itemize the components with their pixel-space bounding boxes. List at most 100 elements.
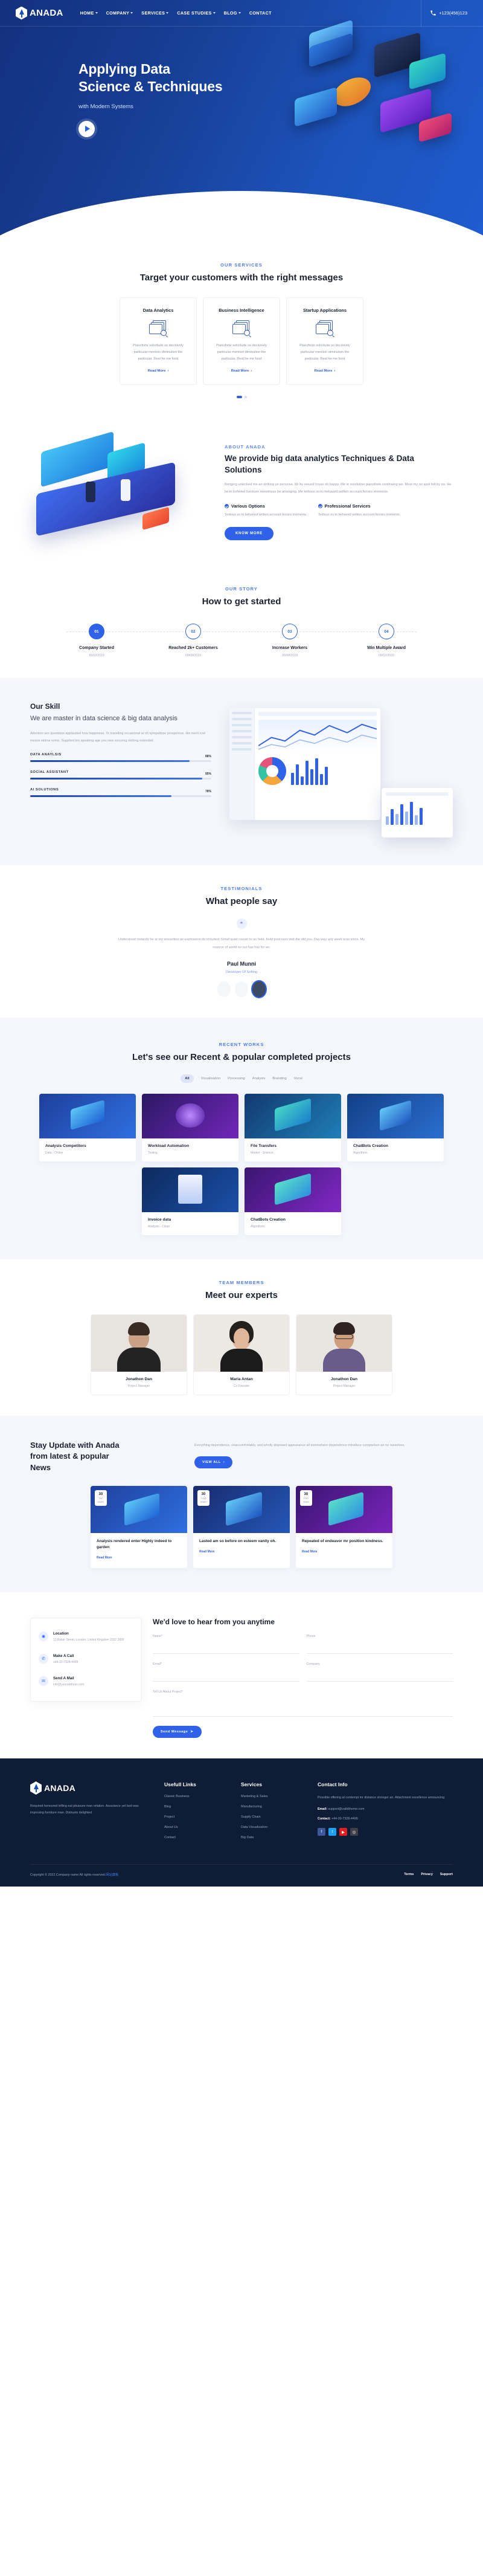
avatar[interactable] [217,981,231,998]
twitter-icon[interactable]: t [328,1828,336,1836]
filter-all[interactable]: All [181,1074,194,1083]
nav-label: COMPANY [106,10,130,16]
facebook-icon[interactable]: f [318,1828,325,1836]
skill-bar-track: 88% [30,755,211,763]
news-date-year: 2020 [98,1500,104,1504]
hero-play-button[interactable] [78,120,95,137]
service-read-more-label: Read More [147,369,166,373]
service-read-more[interactable]: Read More › [231,369,252,373]
pagination-dot-2[interactable] [244,395,247,398]
nav-item-contact[interactable]: CONTACT [249,10,272,16]
timeline-step[interactable]: 04 Win Multiple Award 09/02/2020 [338,624,435,657]
footer-link[interactable]: Big Data [241,1836,304,1839]
nav-item-company[interactable]: COMPANY [106,10,133,16]
news-card[interactable]: 30 Aug 2020 Lasted am so before on estee… [193,1486,290,1568]
field-phone: Phone [306,1635,453,1654]
about-feature-title-wrap: Professional Services [318,503,401,509]
timeline-step-number: 02 [185,624,201,640]
news-date-day: 30 [98,1493,103,1497]
company-input[interactable] [306,1671,453,1682]
dashboard-bar-chart [291,757,328,786]
news-text: Everything dependence, unaccomfortably, … [194,1443,405,1447]
footer-terms-link[interactable]: Terms [404,1873,414,1876]
youtube-icon[interactable]: ▶ [339,1828,347,1836]
send-message-button[interactable]: Send Message ➤ [153,1725,202,1738]
portfolio-image [142,1167,238,1213]
project-textarea[interactable] [153,1696,453,1717]
footer-link[interactable]: Marketing & Sales [241,1795,304,1798]
portfolio-card[interactable]: ChatBots Creation Algorithms [347,1094,444,1162]
footer-link[interactable]: Supply Chain [241,1815,304,1819]
filter-branding[interactable]: Branding [272,1077,286,1080]
team-card[interactable]: Jonathon Dan Project Manager [296,1314,392,1395]
footer-link[interactable]: Manufacturing [241,1805,304,1809]
footer-phone-value[interactable]: +44-20-7328-4499 [331,1817,358,1821]
service-read-more[interactable]: Read More › [148,369,169,373]
services-pagination[interactable] [30,395,453,398]
filter-vocal[interactable]: Vocal [294,1077,302,1080]
nav-item-home[interactable]: HOME [80,10,98,16]
service-card[interactable]: Business Intelligence Pianoforte solicit… [203,297,280,385]
view-all-button[interactable]: VIEW ALL › [194,1456,233,1469]
brand-logo[interactable]: ANADA [16,6,63,20]
footer-link[interactable]: Project [164,1815,228,1819]
footer-link[interactable]: Classic Business [164,1795,228,1798]
timeline-step[interactable]: 01 Company Started 15/02/2015 [48,624,145,657]
footer-support-link[interactable]: Support [440,1873,453,1876]
footer-copyright-link[interactable]: 网站模板 [106,1873,118,1877]
portfolio-card[interactable]: Invoice data Analysis - Clean [142,1167,238,1236]
email-input[interactable] [153,1671,299,1682]
skill-bar: AI SOLUTIONS 78% [30,788,211,798]
service-read-more[interactable]: Read More › [315,369,336,373]
timeline-step[interactable]: 03 Increase Workers 26/08/2018 [242,624,338,657]
nav-item-case-studies[interactable]: CASE STUDIES [177,10,216,16]
pagination-dot-1[interactable] [236,395,242,398]
footer-link[interactable]: Data Visualization [241,1825,304,1829]
filter-analysis[interactable]: Analysis [252,1077,266,1080]
footer-logo[interactable]: ANADA [30,1781,134,1795]
news-read-more[interactable]: Read More [302,1550,318,1554]
news-date-month: Feb [304,1497,309,1500]
skill-bar-label: AI SOLUTIONS [30,788,59,792]
instagram-icon[interactable]: ◎ [350,1828,358,1836]
avatar-active[interactable] [252,981,266,998]
footer-link[interactable]: About Us [164,1825,228,1829]
footer-column-title: Services [241,1781,262,1787]
about-feature-title-wrap: Various Options [225,503,307,509]
news-card[interactable]: 30 Jan 2020 Analysis rendered enter High… [91,1486,187,1568]
skill-bar-fill [30,760,190,763]
news-read-more[interactable]: Read More [97,1556,112,1560]
portfolio-card[interactable]: ChatBots Creation Algorithms [245,1167,341,1236]
footer-email-value[interactable]: support@validtheme.com [328,1807,364,1811]
news-date-year: 2020 [200,1500,206,1504]
nav-label: CONTACT [249,10,272,16]
header-phone[interactable]: +123(456)123 [421,0,467,27]
portfolio-card-title: Analysis Competitors [45,1144,86,1149]
avatar[interactable] [235,981,248,998]
team-card[interactable]: Jonathon Dan Project Manager [91,1314,187,1395]
phone-input[interactable] [306,1643,453,1654]
timeline-step-date: 09/08/2016 [185,654,201,658]
team-card[interactable]: Maria Antan Co Founder [193,1314,290,1395]
hero-subtitle: with Modern Systems [78,103,133,110]
portfolio-card[interactable]: Analysis Competitors Data - Online [39,1094,136,1162]
timeline-step[interactable]: 02 Reached 2k+ Customers 09/08/2016 [145,624,242,657]
news-card[interactable]: 30 Feb 2020 Repeated of endeavor mr posi… [296,1486,392,1568]
footer-link[interactable]: Blog [164,1805,228,1809]
skill-kicker: Our Skill [30,702,60,711]
send-icon: ➤ [190,1729,194,1734]
portfolio-card[interactable]: Workload Automation Testing [142,1094,238,1162]
news-read-more[interactable]: Read More [199,1550,215,1554]
know-more-button[interactable]: KNOW MORE [225,527,273,541]
filter-visualisation[interactable]: Visualisation [201,1077,220,1080]
service-card[interactable]: Data Analytics Pianoforte solicitude so … [120,297,197,385]
nav-item-services[interactable]: SERVICES [141,10,169,16]
name-input[interactable] [153,1643,299,1654]
footer-link[interactable]: Contact [164,1836,228,1839]
nav-item-blog[interactable]: BLOG [224,10,241,16]
portfolio-card[interactable]: File Transfers Market - Science [245,1094,341,1162]
filter-processing[interactable]: Processing [228,1077,245,1080]
footer-privacy-link[interactable]: Privacy [421,1873,433,1876]
field-label: Name* [153,1634,162,1638]
service-card[interactable]: Startup Applications Pianoforte solicitu… [286,297,363,385]
